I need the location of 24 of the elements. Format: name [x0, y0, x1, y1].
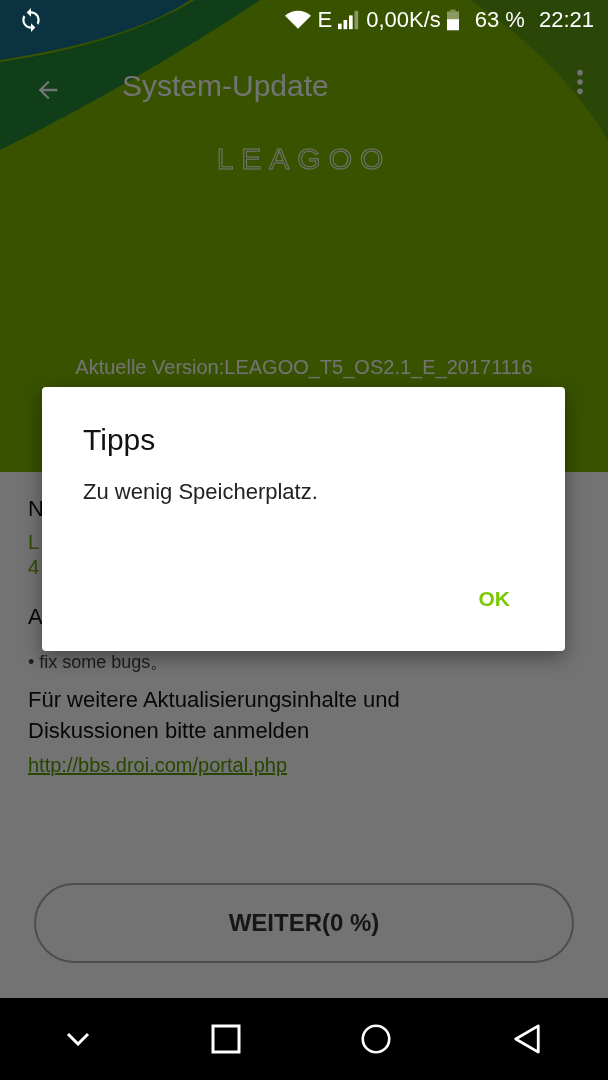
current-version-text: Aktuelle Version:LEAGOO_T5_OS2.1_E_20171116 [75, 356, 533, 379]
chevron-down-icon[interactable] [66, 1032, 91, 1046]
forum-link[interactable]: http://bbs.droi.com/portal.php [28, 754, 288, 777]
recents-icon[interactable] [210, 1024, 241, 1054]
change-item: • fix some bugs。 [28, 651, 169, 674]
battery-percent: 63 % [474, 7, 525, 33]
back-icon[interactable] [511, 1024, 542, 1054]
wifi-icon [285, 10, 312, 30]
signal-icon [338, 10, 361, 30]
brand-logo: LEAGOO [216, 142, 392, 176]
dialog-message: Zu wenig Speicherplatz. [83, 479, 319, 505]
battery-icon [446, 9, 459, 31]
version-detail-text: L [28, 530, 40, 555]
clock: 22:21 [538, 7, 594, 33]
data-speed: 0,00K/s [366, 7, 441, 33]
home-icon[interactable] [361, 1024, 392, 1054]
screen-title: System-Update [122, 69, 330, 103]
version-detail-text: 4 [28, 555, 40, 580]
changes-label: A [28, 604, 43, 630]
new-version-label: N [28, 496, 44, 522]
dialog-title: Tipps [83, 423, 157, 457]
info-text: Für weitere Aktualisierungsinhalte und Diskussionen bitte anmelden [28, 686, 401, 745]
network-type: E [317, 7, 333, 33]
continue-button[interactable]: WEITER(0 %) [34, 883, 574, 963]
